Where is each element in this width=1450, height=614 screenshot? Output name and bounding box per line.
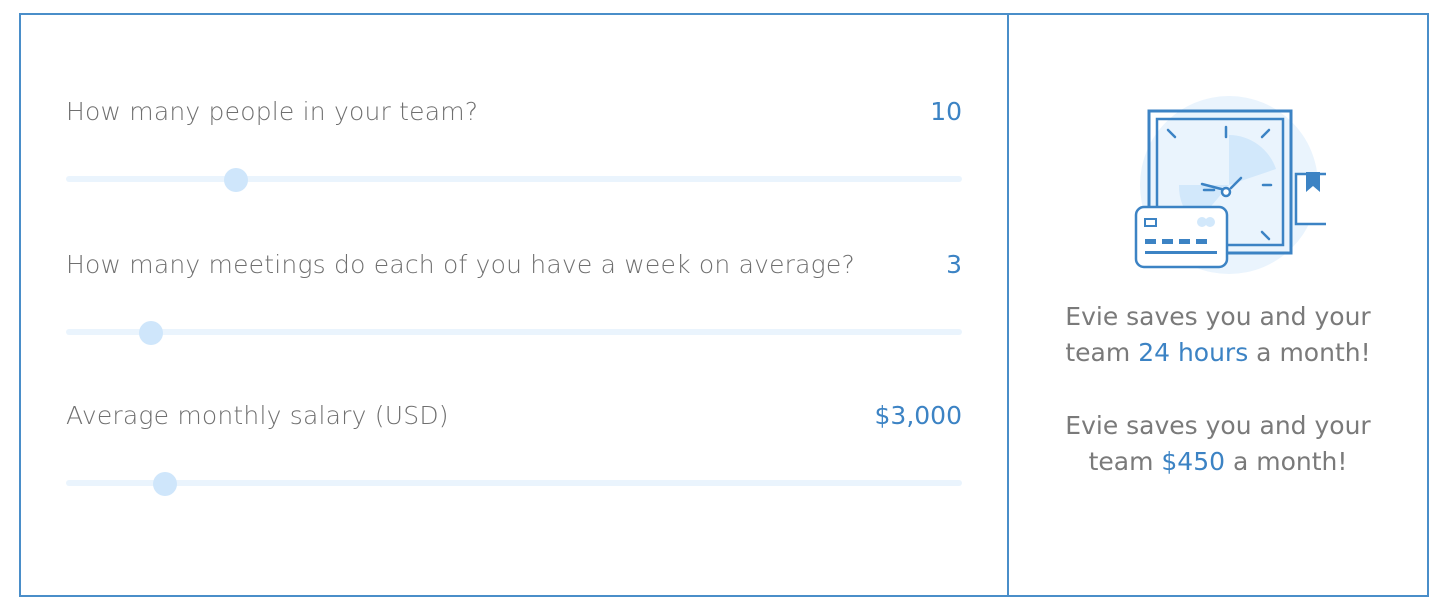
team-size-slider[interactable] (66, 168, 962, 192)
clock-card-calendar-icon (1134, 96, 1326, 274)
salary-label: Average monthly salary (USD) (66, 401, 449, 430)
team-size-value: 10 (930, 97, 962, 126)
money-saved-value: $450 (1161, 447, 1226, 476)
salary-slider[interactable] (66, 472, 962, 496)
hours-saved-text: Evie saves you and your team 24 hours a … (1009, 299, 1427, 371)
calculator-inputs: How many people in your team? 10 How man… (21, 15, 1009, 595)
money-saved-line1: Evie saves you and your (1065, 411, 1371, 440)
meetings-label: How many meetings do each of you have a … (66, 250, 855, 279)
meetings-value: 3 (946, 250, 962, 279)
hours-saved-pre: team (1065, 338, 1139, 367)
money-saved-post: a month! (1225, 447, 1348, 476)
meetings-row: How many meetings do each of you have a … (66, 250, 962, 279)
hours-saved-line1: Evie saves you and your (1065, 302, 1371, 331)
meetings-slider-thumb[interactable] (139, 321, 164, 345)
money-saved-pre: team (1088, 447, 1162, 476)
hours-saved-value: 24 hours (1138, 338, 1249, 367)
money-saved-line2: team $450 a month! (1009, 444, 1427, 480)
salary-slider-track[interactable] (66, 480, 962, 486)
salary-question: Average monthly salary (USD) $3,000 (66, 401, 962, 496)
savings-result-panel: Evie saves you and your team 24 hours a … (1009, 15, 1427, 595)
salary-slider-thumb[interactable] (153, 472, 178, 496)
team-size-label: How many people in your team? (66, 97, 479, 126)
savings-calculator: How many people in your team? 10 How man… (19, 13, 1429, 597)
team-size-slider-track[interactable] (66, 176, 962, 182)
hours-saved-line2: team 24 hours a month! (1009, 335, 1427, 371)
team-size-slider-thumb[interactable] (224, 168, 249, 192)
meetings-question: How many meetings do each of you have a … (66, 250, 962, 345)
hours-saved-post: a month! (1248, 338, 1371, 367)
salary-row: Average monthly salary (USD) $3,000 (66, 401, 962, 430)
meetings-slider-track[interactable] (66, 329, 962, 335)
team-size-question: How many people in your team? 10 (66, 97, 962, 192)
meetings-slider[interactable] (66, 321, 962, 345)
salary-value: $3,000 (874, 401, 962, 430)
money-saved-text: Evie saves you and your team $450 a mont… (1009, 408, 1427, 480)
team-size-row: How many people in your team? 10 (66, 97, 962, 126)
